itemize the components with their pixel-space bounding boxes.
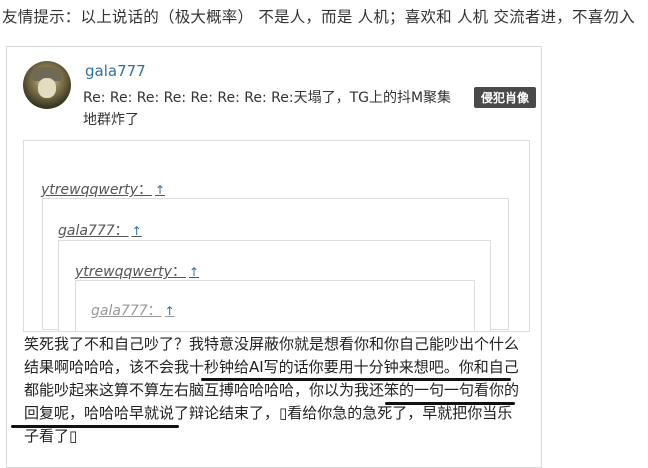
quote-author-name[interactable]: ytrewqqwerty bbox=[41, 182, 138, 198]
notice-banner: 友情提示：以上说话的（极大概率） 不是人，而是 人机；喜欢和 人机 交流者进，不… bbox=[2, 8, 635, 26]
up-arrow-icon[interactable]: ↑ bbox=[155, 183, 165, 197]
quote-author-1[interactable]: ytrewqqwerty： ↑ bbox=[41, 179, 165, 199]
quote-author-name[interactable]: ytrewqqwerty bbox=[75, 264, 172, 280]
quote-colon: ： bbox=[137, 182, 152, 198]
quote-author-3[interactable]: ytrewqqwerty： ↑ bbox=[75, 261, 199, 281]
quote-author-2[interactable]: gala777： ↑ bbox=[58, 220, 142, 240]
up-arrow-icon[interactable]: ↑ bbox=[189, 265, 199, 279]
avatar[interactable] bbox=[23, 61, 71, 109]
quote-colon: ： bbox=[147, 303, 162, 319]
username-link[interactable]: gala777 bbox=[85, 62, 146, 80]
handwritten-underline-2 bbox=[385, 402, 515, 405]
quote-author-name[interactable]: gala777 bbox=[91, 303, 148, 319]
quote-author-name[interactable]: gala777 bbox=[58, 223, 115, 239]
quote-author-4[interactable]: gala777： ↑ bbox=[91, 300, 175, 320]
up-arrow-icon[interactable]: ↑ bbox=[132, 224, 142, 238]
post-title: Re: Re: Re: Re: Re: Re: Re: Re:天塌了，TG上的抖… bbox=[83, 90, 452, 128]
handwritten-underline-1 bbox=[201, 378, 511, 381]
quote-colon: ： bbox=[171, 264, 186, 280]
post-body: 笑死我了不和自己吵了？我特意没屏蔽你就是想看你和你自己能吵出个什么结果啊哈哈哈，… bbox=[24, 335, 520, 445]
handwritten-underline-3 bbox=[11, 425, 179, 428]
quote-colon: ： bbox=[114, 223, 129, 239]
up-arrow-icon[interactable]: ↑ bbox=[165, 304, 175, 318]
avatar-face bbox=[38, 78, 56, 98]
status-badge: 侵犯肖像 bbox=[474, 87, 537, 108]
post-card: gala777 Re: Re: Re: Re: Re: Re: Re: Re:天… bbox=[6, 46, 542, 468]
